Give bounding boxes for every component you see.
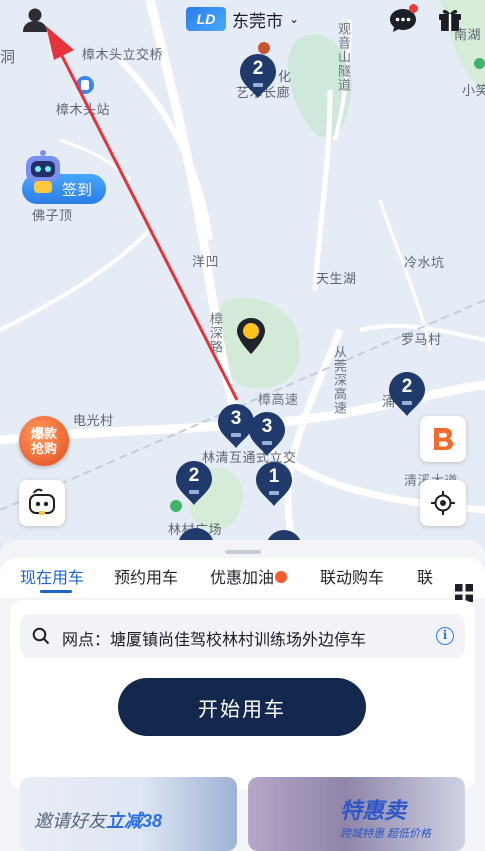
map-label: 洞 — [0, 49, 16, 66]
special-offer-subtitle: 跨城特惠 超低价格 — [340, 828, 432, 840]
gift-icon[interactable] — [436, 5, 464, 33]
station-marker[interactable]: 2 — [387, 370, 427, 418]
special-offer-title: 特惠卖 — [340, 798, 407, 823]
fire-icon — [275, 570, 288, 583]
station-count: 2 — [252, 58, 264, 79]
map-label: 罗马村 — [401, 332, 442, 347]
hot-buy-line1: 爆款 — [30, 426, 57, 441]
map-label: 樟高速 — [258, 392, 299, 407]
poi-icon — [474, 58, 485, 69]
locate-me-button[interactable] — [420, 480, 466, 526]
crosshair-icon — [431, 491, 455, 515]
station-address: 网点：塘厦镇尚佳驾校林村训练场外边停车 — [62, 632, 367, 649]
b-brand-icon — [434, 428, 453, 450]
top-bar: LD 东莞市 ⌄ — [0, 0, 485, 40]
tab-fuel-discount[interactable]: 优惠加油 — [210, 564, 288, 588]
rent-card: 网点：塘厦镇尚佳驾校林村训练场外边停车 i 开始用车 — [10, 600, 475, 790]
robot-service-icon — [29, 488, 55, 515]
start-rental-button[interactable]: 开始用车 — [118, 678, 366, 736]
station-count: 1 — [268, 466, 280, 487]
user-profile-icon[interactable] — [20, 5, 50, 35]
unread-dot — [409, 4, 418, 13]
tab-reserve[interactable]: 预约用车 — [114, 564, 178, 588]
info-icon[interactable]: i — [436, 627, 454, 645]
map-label: 天生湖 — [316, 271, 357, 286]
robot-mascot-icon — [26, 150, 60, 193]
map-label: 樟深路 — [208, 312, 223, 354]
destination-pin-icon[interactable] — [234, 316, 268, 356]
map-label: 电光村 — [73, 413, 114, 428]
station-count: 3 — [261, 416, 273, 437]
map-label: 从莞深高速 — [332, 345, 347, 415]
customer-service-button[interactable] — [19, 480, 65, 526]
station-marker[interactable]: 1 — [254, 460, 294, 508]
chevron-down-icon: ⌄ — [289, 12, 300, 26]
station-count: 2 — [188, 465, 200, 486]
tab-fuel-label: 优惠加油 — [210, 570, 275, 587]
tab-more-partial[interactable]: 联 — [417, 564, 433, 588]
bottom-sheet: 现在用车 预约用车 优惠加油 联动购车 联 网点：塘厦镇尚佳驾校林村训练场外边停… — [0, 540, 485, 851]
hot-buy-line2: 抢购 — [30, 441, 57, 456]
invite-promo-banner[interactable]: 邀请好友立减38 — [20, 777, 237, 851]
checkin-button[interactable]: 签到 — [16, 150, 106, 206]
invite-prefix: 邀请好友 — [34, 811, 106, 831]
app-logo-icon: LD — [186, 7, 226, 31]
map-label: 樟木头立交桥 — [82, 47, 164, 62]
map-label: 洋凹 — [192, 254, 220, 269]
station-count: 2 — [401, 376, 413, 397]
active-tab-indicator — [40, 590, 72, 593]
map-label: 小笑 — [462, 83, 485, 98]
station-marker[interactable]: 2 — [174, 459, 214, 507]
messages-button[interactable] — [388, 4, 418, 35]
service-tabs: 现在用车 预约用车 优惠加油 联动购车 联 — [0, 558, 485, 602]
invite-highlight: 立减38 — [106, 811, 163, 831]
station-search-field[interactable]: 网点：塘厦镇尚佳驾校林村训练场外边停车 i — [20, 614, 465, 658]
station-marker[interactable]: 2 — [238, 52, 278, 100]
tab-rent-now[interactable]: 现在用车 — [20, 564, 84, 588]
search-icon — [32, 627, 50, 645]
drag-handle[interactable] — [225, 550, 261, 554]
city-name: 东莞市 — [232, 11, 283, 31]
map-label: 樟木头站 — [56, 102, 111, 117]
map-view[interactable]: 洞 樟木头立交桥 樟木头站 佛子顶 洋凹 樟深路 天生湖 冷水坑 罗马村 电光村… — [0, 0, 485, 560]
map-label: 佛子顶 — [32, 208, 73, 223]
brand-b-button[interactable] — [420, 416, 466, 462]
city-selector[interactable]: LD 东莞市 ⌄ — [186, 6, 299, 32]
tab-linked-purchase[interactable]: 联动购车 — [320, 564, 384, 588]
special-offer-banner[interactable]: 特惠卖 跨城特惠 超低价格 — [248, 777, 465, 851]
station-marker[interactable]: 3 — [247, 410, 287, 458]
hot-buy-button[interactable]: 爆款 抢购 — [19, 416, 69, 466]
map-label: 冷水坑 — [404, 255, 445, 270]
